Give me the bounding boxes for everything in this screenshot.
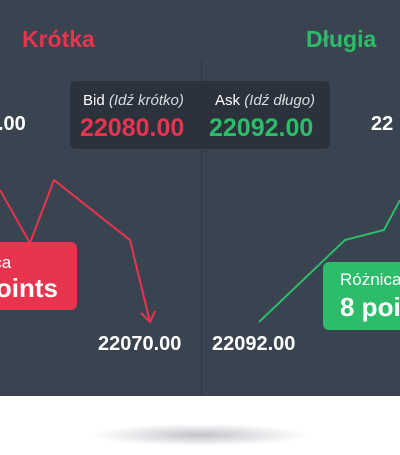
long-diff-label: Różnica	[340, 270, 400, 289]
bid-price: 22080.00	[80, 114, 185, 142]
short-diff-label: nica	[0, 253, 12, 272]
trading-panel: Krótka Długia .00 22 Bid (Idź krótko) As…	[0, 0, 400, 396]
short-end-price: 22070.00	[98, 333, 182, 355]
long-difference-badge: Różnica 8 poi	[323, 262, 400, 330]
ask-label: Ask	[215, 92, 241, 109]
short-partial-price: .00	[0, 113, 26, 135]
long-partial-price: 22	[371, 113, 394, 135]
bid-label: Bid	[83, 92, 105, 109]
long-start-price: 22092.00	[212, 333, 296, 355]
price-movement-lines	[0, 179, 400, 324]
ask-price: 22092.00	[209, 114, 314, 142]
bid-hint: (Idź krótko)	[108, 92, 184, 109]
short-diff-value: points	[0, 273, 58, 303]
ask-label-group: Ask (Idź długo)	[215, 92, 315, 109]
bid-label-group: Bid (Idź krótko)	[83, 92, 184, 109]
bid-ask-ticker: Bid (Idź krótko) Ask (Idź długo) 22080.0…	[70, 81, 330, 149]
long-diff-value: 8 poi	[340, 292, 400, 322]
panel-drop-shadow	[95, 424, 305, 446]
short-difference-badge: nica points	[0, 242, 77, 310]
ask-hint: (Idź długo)	[244, 92, 316, 109]
